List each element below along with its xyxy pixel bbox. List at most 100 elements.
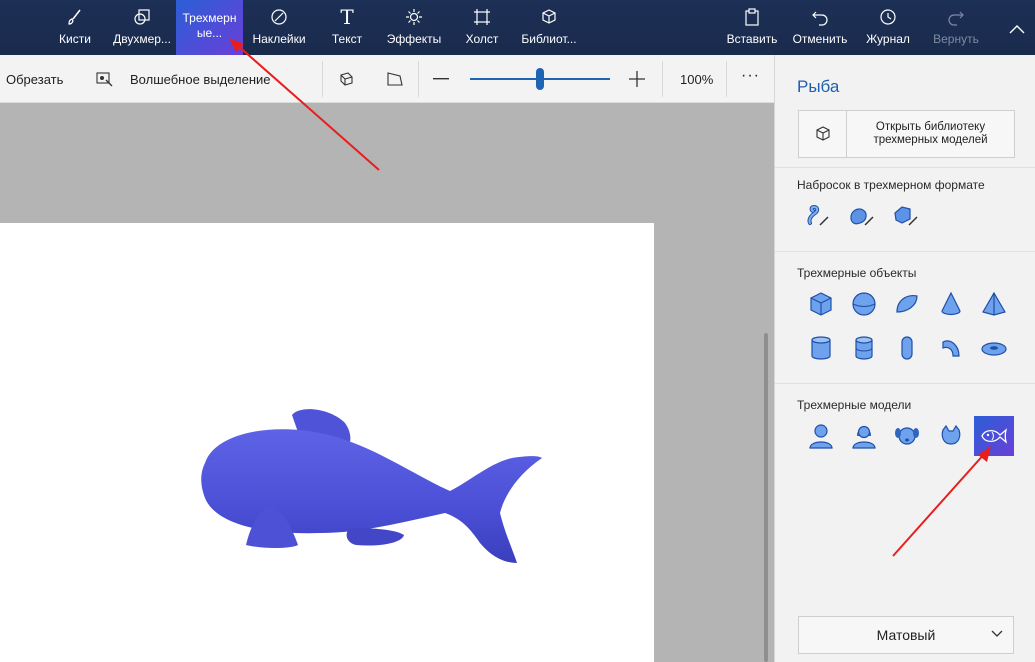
collapse-ribbon-icon[interactable] xyxy=(1009,24,1025,34)
stickers-icon xyxy=(271,9,287,25)
ribbon-label: Эффекты xyxy=(386,32,442,46)
dog-icon xyxy=(895,427,919,445)
sketch-sharp-edge-icon xyxy=(894,206,918,226)
donut-button[interactable] xyxy=(974,328,1014,368)
redo-button[interactable]: Вернуть xyxy=(930,0,982,55)
ribbon-library[interactable]: Библиот... xyxy=(520,0,578,55)
cat-icon xyxy=(941,424,961,445)
divider xyxy=(775,251,1035,252)
divider xyxy=(662,61,663,97)
fish-3d-model[interactable] xyxy=(0,223,654,662)
tube-icon xyxy=(855,336,873,360)
zoom-out-icon[interactable] xyxy=(433,78,449,80)
cone-button[interactable] xyxy=(931,284,971,324)
man-icon xyxy=(809,424,833,449)
fish-icon xyxy=(981,428,1008,444)
ribbon-label-line2: ые... xyxy=(196,26,223,40)
ribbon-label: Вставить xyxy=(726,32,778,46)
objects-section-title: Трехмерные объекты xyxy=(797,266,917,280)
hemisphere-button[interactable] xyxy=(887,284,927,324)
woman-icon xyxy=(852,425,876,449)
divider xyxy=(775,167,1035,168)
canvas-area xyxy=(0,103,774,662)
effects-icon xyxy=(406,9,422,25)
sphere-icon xyxy=(852,292,876,316)
ribbon-text[interactable]: T Текст xyxy=(327,0,367,55)
text-icon: T xyxy=(340,5,354,29)
magic-select-button[interactable]: Волшебное выделение xyxy=(130,72,271,87)
divider xyxy=(322,61,323,97)
sphere-button[interactable] xyxy=(844,284,884,324)
canvas-icon xyxy=(474,9,490,25)
sketch-tube-icon xyxy=(807,204,829,226)
dog-model-button[interactable] xyxy=(887,416,927,456)
hemisphere-icon xyxy=(896,295,918,313)
ribbon-label: Трехмерн ые... xyxy=(183,0,237,41)
ribbon-2d-shapes[interactable]: Двухмер... xyxy=(112,0,172,55)
cube-button[interactable] xyxy=(801,284,841,324)
vertical-scrollbar[interactable] xyxy=(764,333,768,662)
ribbon-label: Кисти xyxy=(59,32,91,46)
tube-button[interactable] xyxy=(844,328,884,368)
fish-model-button[interactable] xyxy=(974,416,1014,456)
zoom-in-icon[interactable] xyxy=(629,71,645,87)
divider xyxy=(418,61,419,97)
zoom-value[interactable]: 100% xyxy=(680,72,713,87)
ribbon-canvas[interactable]: Холст xyxy=(462,0,502,55)
cylinder-button[interactable] xyxy=(801,328,841,368)
sketch-soft-edge-icon xyxy=(850,208,874,226)
material-dropdown[interactable]: Матовый xyxy=(798,616,1014,654)
sketch-sharp-edge-button[interactable] xyxy=(885,196,925,236)
ribbon-stickers[interactable]: Наклейки xyxy=(250,0,308,55)
sketch-soft-edge-button[interactable] xyxy=(841,196,881,236)
curved-tube-button[interactable] xyxy=(931,328,971,368)
canvas[interactable] xyxy=(0,223,654,662)
shapes-2d-icon xyxy=(134,9,150,25)
undo-button[interactable]: Отменить xyxy=(792,0,848,55)
history-icon xyxy=(880,9,896,25)
perspective-icon[interactable] xyxy=(386,71,404,87)
cat-model-button[interactable] xyxy=(931,416,971,456)
divider xyxy=(726,61,727,97)
pyramid-icon xyxy=(982,291,1006,316)
divider xyxy=(775,383,1035,384)
view-3d-icon[interactable] xyxy=(338,71,354,87)
toolbar: Обрезать Волшебное выделение 100% ··· xyxy=(0,55,774,103)
ribbon-label-line1: Трехмерн xyxy=(182,11,237,25)
ribbon-label: Текст xyxy=(331,32,363,46)
ribbon-3d-shapes[interactable]: Трехмерн ые... xyxy=(176,0,243,55)
undo-icon xyxy=(812,11,828,26)
sketch-tube-button[interactable] xyxy=(797,196,837,236)
library-icon xyxy=(542,9,556,24)
cube-icon xyxy=(810,292,832,316)
more-options-button[interactable]: ··· xyxy=(741,67,760,85)
capsule-button[interactable] xyxy=(887,328,927,368)
ribbon-label: Двухмер... xyxy=(113,32,171,46)
ribbon-label: Отменить xyxy=(792,32,848,46)
ribbon-effects[interactable]: Эффекты xyxy=(386,0,442,55)
panel-title: Рыба xyxy=(797,77,840,96)
magic-select-icon[interactable] xyxy=(96,71,114,87)
paste-icon xyxy=(745,8,759,26)
curved-tube-icon xyxy=(942,340,960,357)
models-section-title: Трехмерные модели xyxy=(797,398,912,412)
top-ribbon: Кисти Двухмер... Трехмерн ые... Наклейки… xyxy=(0,0,1035,55)
man-model-button[interactable] xyxy=(801,416,841,456)
donut-icon xyxy=(981,342,1007,356)
history-button[interactable]: Журнал xyxy=(864,0,912,55)
ribbon-brushes[interactable]: Кисти xyxy=(55,0,95,55)
ribbon-label: Наклейки xyxy=(252,32,306,46)
pyramid-button[interactable] xyxy=(974,284,1014,324)
ribbon-label: Вернуть xyxy=(933,32,979,46)
right-panel: Рыба Открыть библиотеку трехмерных модел… xyxy=(774,55,1035,662)
library-icon-box xyxy=(799,111,847,157)
woman-model-button[interactable] xyxy=(844,416,884,456)
sketch-section-title: Набросок в трехмерном формате xyxy=(797,178,985,192)
material-value: Матовый xyxy=(876,627,936,643)
open-3d-library-button[interactable]: Открыть библиотеку трехмерных моделей xyxy=(798,110,1015,158)
crop-button[interactable]: Обрезать xyxy=(6,72,63,87)
cone-icon xyxy=(941,291,961,316)
zoom-slider-thumb[interactable] xyxy=(536,68,544,90)
brush-icon xyxy=(68,9,81,25)
paste-button[interactable]: Вставить xyxy=(726,0,778,55)
